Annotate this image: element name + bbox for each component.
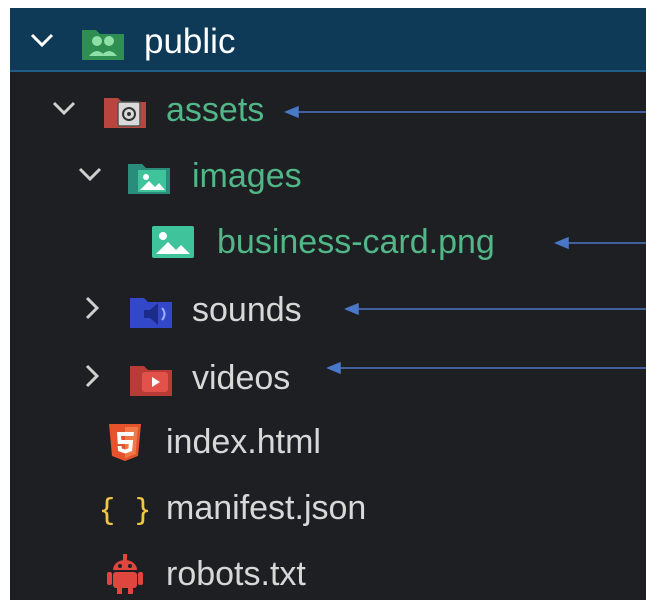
tree-item-label: videos — [192, 359, 291, 397]
chevron-down-icon[interactable] — [28, 26, 56, 54]
json-braces-icon: { } — [102, 493, 148, 528]
folder-sounds-icon — [130, 298, 172, 328]
tree-item-label: robots.txt — [166, 555, 306, 593]
tree-item-business-card[interactable]: business-card.png — [10, 212, 550, 272]
tree-item-videos[interactable]: videos — [10, 348, 330, 408]
image-file-icon — [152, 226, 194, 258]
tree-item-robots-txt[interactable]: robots.txt — [10, 544, 370, 600]
chevron-right-icon[interactable] — [78, 294, 106, 322]
tree-item-label: public — [144, 22, 236, 61]
folder-public-icon — [82, 30, 124, 60]
tree-item-label: business-card.png — [217, 223, 495, 261]
html5-icon — [109, 424, 141, 461]
folder-images-icon — [128, 164, 170, 194]
chevron-down-icon[interactable] — [50, 94, 78, 122]
tree-item-label: sounds — [192, 291, 302, 329]
tree-item-label: manifest.json — [166, 489, 367, 527]
tree-item-label: index.html — [166, 423, 321, 461]
robot-icon — [107, 554, 143, 594]
folder-videos-icon — [130, 366, 172, 396]
folder-assets-icon — [104, 98, 146, 128]
tree-item-assets[interactable]: assets — [10, 80, 310, 140]
tree-item-public[interactable]: public — [10, 14, 646, 74]
file-explorer-panel: public assets images business-card.png s… — [10, 8, 646, 600]
tree-item-label: assets — [166, 91, 265, 129]
tree-item-label: images — [192, 157, 302, 195]
tree-item-manifest-json[interactable]: { } manifest.json — [10, 478, 410, 538]
chevron-right-icon[interactable] — [78, 362, 106, 390]
tree-item-sounds[interactable]: sounds — [10, 280, 340, 340]
tree-item-index-html[interactable]: index.html — [10, 412, 370, 472]
svg-text:{ }: { } — [102, 493, 148, 528]
chevron-down-icon[interactable] — [76, 160, 104, 188]
tree-item-images[interactable]: images — [10, 146, 330, 206]
